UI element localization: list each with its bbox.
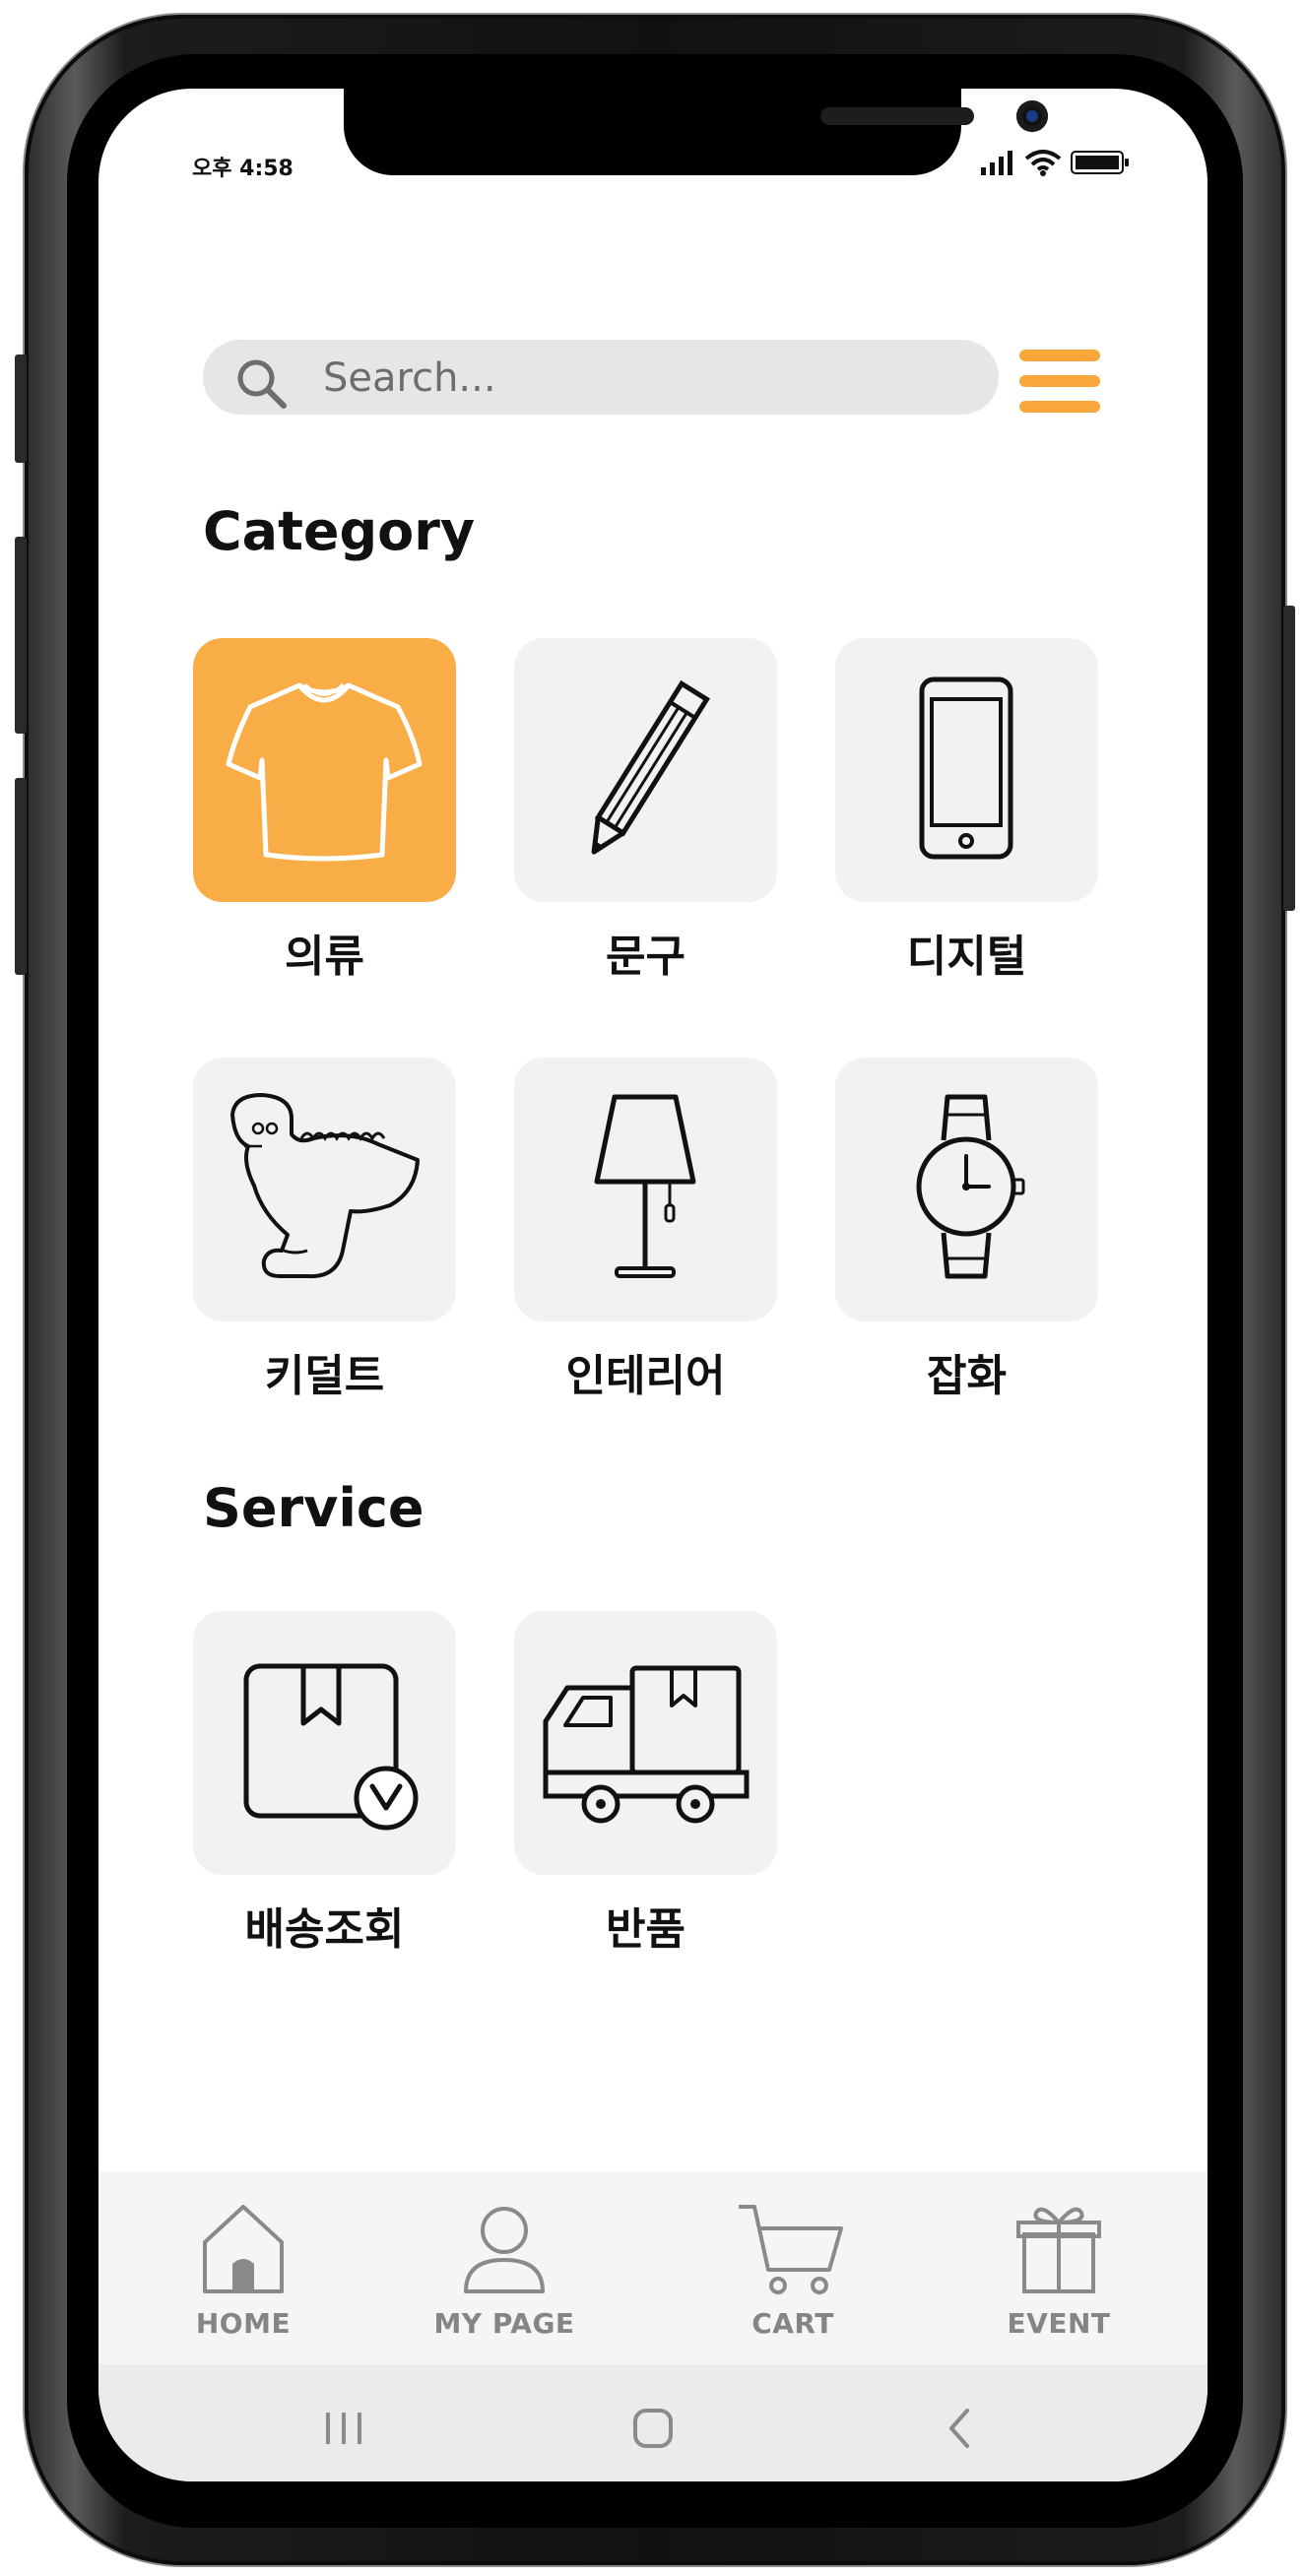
notch (344, 89, 1048, 175)
category-tile-clothing[interactable] (193, 638, 456, 902)
recent-apps-icon (326, 2413, 361, 2444)
search-bar[interactable] (203, 340, 999, 415)
nav-label: EVENT (1007, 2307, 1111, 2340)
category-tile-digital[interactable] (835, 638, 1098, 902)
system-home-button[interactable] (614, 2399, 692, 2458)
nav-label: CART (751, 2307, 834, 2340)
user-icon (464, 2207, 545, 2293)
back-button[interactable] (920, 2399, 999, 2458)
nav-label: MY PAGE (433, 2307, 575, 2340)
volume-down-button (15, 778, 27, 975)
nav-home[interactable]: HOME (145, 2171, 342, 2364)
lamp-icon (594, 1094, 696, 1278)
category-tile-stationery[interactable] (514, 638, 777, 902)
system-nav-bar (98, 2364, 1207, 2481)
home-circle-icon (633, 2409, 673, 2448)
menu-line-icon (1019, 401, 1100, 413)
home-icon (203, 2205, 284, 2293)
volume-up-button (15, 537, 27, 734)
signal-icon (981, 151, 1012, 175)
hamburger-menu-button[interactable] (1019, 350, 1100, 413)
service-tile-return[interactable] (514, 1611, 777, 1875)
search-icon (237, 359, 287, 409)
service-label: 반품 (606, 1904, 685, 1955)
nav-label: HOME (195, 2307, 292, 2340)
category-tile-goods[interactable] (835, 1058, 1098, 1321)
mute-switch (15, 354, 27, 463)
recent-apps-button[interactable] (304, 2399, 383, 2458)
battery-icon (1071, 151, 1129, 174)
search-input[interactable] (321, 352, 955, 405)
nav-my-page[interactable]: MY PAGE (406, 2171, 603, 2364)
tshirt-icon (226, 682, 423, 862)
category-label: 문구 (606, 932, 685, 982)
app-screen: 오후 4:58 Category (98, 89, 1207, 2481)
category-label: 키덜트 (264, 1351, 385, 1401)
pencil-icon (591, 679, 710, 855)
earpiece-speaker (820, 107, 974, 125)
status-icons (980, 148, 1130, 177)
category-label: 인테리어 (565, 1351, 726, 1401)
front-camera-icon (1016, 100, 1048, 132)
category-label: 디지털 (906, 932, 1027, 982)
service-label: 배송조회 (244, 1904, 405, 1955)
category-tile-kidult[interactable] (193, 1058, 456, 1321)
nav-event[interactable]: EVENT (960, 2171, 1157, 2364)
cart-icon (739, 2205, 843, 2294)
dinosaur-icon (230, 1093, 420, 1279)
service-title: Service (203, 1477, 424, 1539)
delivery-truck-icon (543, 1665, 750, 1824)
nav-cart[interactable]: CART (694, 2171, 891, 2364)
gift-icon (1016, 2207, 1101, 2293)
status-time: 오후 4:58 (192, 157, 294, 181)
menu-line-icon (1019, 375, 1100, 387)
bottom-nav: HOME MY PAGE CART EVENT (98, 2171, 1207, 2364)
wristwatch-icon (916, 1094, 1025, 1279)
package-check-icon (243, 1663, 419, 1831)
smartphone-icon (919, 676, 1013, 860)
back-icon (949, 2409, 969, 2448)
category-label: 잡화 (927, 1351, 1007, 1401)
category-tile-interior[interactable] (514, 1058, 777, 1321)
category-label: 의류 (285, 932, 364, 982)
power-button (1283, 606, 1295, 911)
service-tile-tracking[interactable] (193, 1611, 456, 1875)
wifi-icon (1024, 150, 1062, 176)
menu-line-icon (1019, 350, 1100, 361)
category-title: Category (203, 500, 476, 562)
